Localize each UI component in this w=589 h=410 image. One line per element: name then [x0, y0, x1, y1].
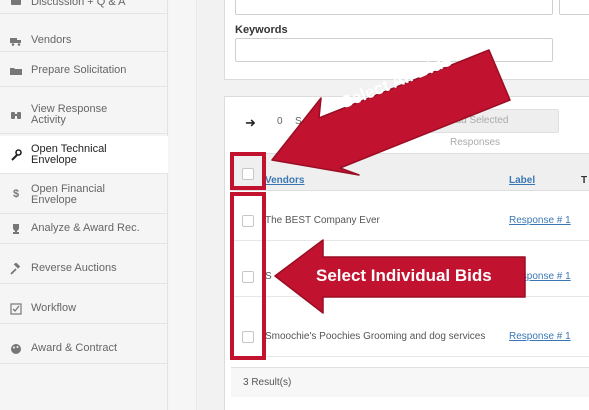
filter-select-top-right[interactable]	[559, 0, 589, 15]
response-link[interactable]: Response # 1	[509, 331, 571, 342]
table-row: Smoochie's Poochies Grooming and dog ser…	[231, 317, 589, 357]
results-toolbar: ➜ 0 S oad Selected Responses	[225, 97, 589, 148]
label-line-1: View Response	[31, 102, 108, 115]
sidebar-item-reverse-auctions[interactable]: Reverse Auctions	[0, 254, 168, 284]
response-link[interactable]: Response # 1	[509, 271, 571, 282]
discussion-icon	[10, 0, 22, 9]
sidebar-item-label: Open Financial Envelope	[31, 182, 105, 206]
column-header-t[interactable]: T	[581, 175, 587, 186]
sidebar-item-label: Prepare Solicitation	[31, 64, 127, 76]
vendor-name: S	[265, 271, 272, 282]
table-header: Vendors Label T	[231, 153, 589, 191]
results-footer: 3 Result(s)	[231, 367, 589, 397]
palette-icon	[10, 343, 22, 355]
sidebar-item-open-technical-envelope[interactable]: Open Technical Envelope	[0, 136, 168, 174]
selected-count: 0	[277, 116, 283, 127]
select-all-highlight	[230, 152, 266, 190]
filter-input-top[interactable]	[235, 0, 553, 15]
label-line-1: Open Financial	[31, 182, 105, 195]
individual-highlight	[230, 192, 266, 360]
label-line-2: Activity	[31, 113, 66, 126]
sidebar-item-label: View Response Activity	[31, 102, 108, 126]
dollar-icon: $	[12, 188, 20, 200]
results-card: ➜ 0 S oad Selected Responses Vendors Lab…	[224, 96, 589, 410]
label-line-2: Envelope	[31, 193, 77, 206]
sidebar-item-label: Workflow	[31, 302, 77, 314]
table-row: The BEST Company Ever Response # 1	[231, 201, 589, 241]
sidebar-item-label: Vendors	[31, 34, 72, 46]
sidebar-item-view-response-activity[interactable]: View Response Activity	[0, 96, 168, 134]
select-individual-annotation: Select Individual Bids	[316, 266, 492, 285]
vendor-name: The BEST Company Ever	[265, 215, 380, 226]
sidebar-item-analyze-award[interactable]: Analyze & Award Rec.	[0, 214, 168, 244]
sidebar-item-label: Reverse Auctions	[31, 262, 117, 274]
vendor-name: Smoochie's Poochies Grooming and dog ser…	[265, 331, 486, 342]
sidebar-item-prepare-solicitation[interactable]: Prepare Solicitation	[0, 55, 168, 87]
response-link[interactable]: Response # 1	[509, 215, 571, 226]
content-gutter	[169, 0, 197, 410]
sidebar-item-label: Analyze & Award Rec.	[31, 222, 140, 234]
column-header-label[interactable]: Label	[509, 175, 535, 186]
checkbox-icon	[10, 302, 22, 315]
wrench-icon	[10, 148, 22, 161]
sidebar: Discussion + Q & A Vendors Prepare Solic…	[0, 0, 168, 410]
results-count: 3 Result(s)	[243, 377, 292, 388]
sidebar-item-workflow[interactable]: Workflow	[0, 294, 168, 324]
trophy-icon	[10, 223, 22, 235]
gavel-icon	[10, 262, 22, 275]
selected-suffix: S	[295, 116, 302, 127]
download-selected-button[interactable]: oad Selected Responses	[415, 109, 559, 148]
column-header-vendors[interactable]: Vendors	[265, 175, 304, 186]
label-line-2: Envelope	[31, 153, 77, 166]
label-line-1: Open Technical	[31, 142, 107, 155]
sidebar-item-open-financial-envelope[interactable]: $ Open Financial Envelope	[0, 176, 168, 214]
folder-icon	[10, 65, 22, 77]
export-arrow-icon[interactable]: ➜	[245, 115, 256, 131]
keywords-input[interactable]	[235, 38, 553, 62]
sidebar-item-label: Award & Contract	[31, 342, 118, 354]
binoculars-icon	[10, 109, 22, 121]
sidebar-item-label: Discussion + Q & A	[31, 0, 126, 8]
sidebar-item-vendors[interactable]: Vendors	[0, 30, 168, 52]
sidebar-item-discussion[interactable]: Discussion + Q & A	[0, 0, 168, 14]
sidebar-item-award-contract[interactable]: Award & Contract	[0, 334, 168, 364]
truck-icon	[10, 35, 22, 47]
sidebar-item-label: Open Technical Envelope	[31, 142, 107, 166]
keywords-label: Keywords	[235, 24, 288, 36]
